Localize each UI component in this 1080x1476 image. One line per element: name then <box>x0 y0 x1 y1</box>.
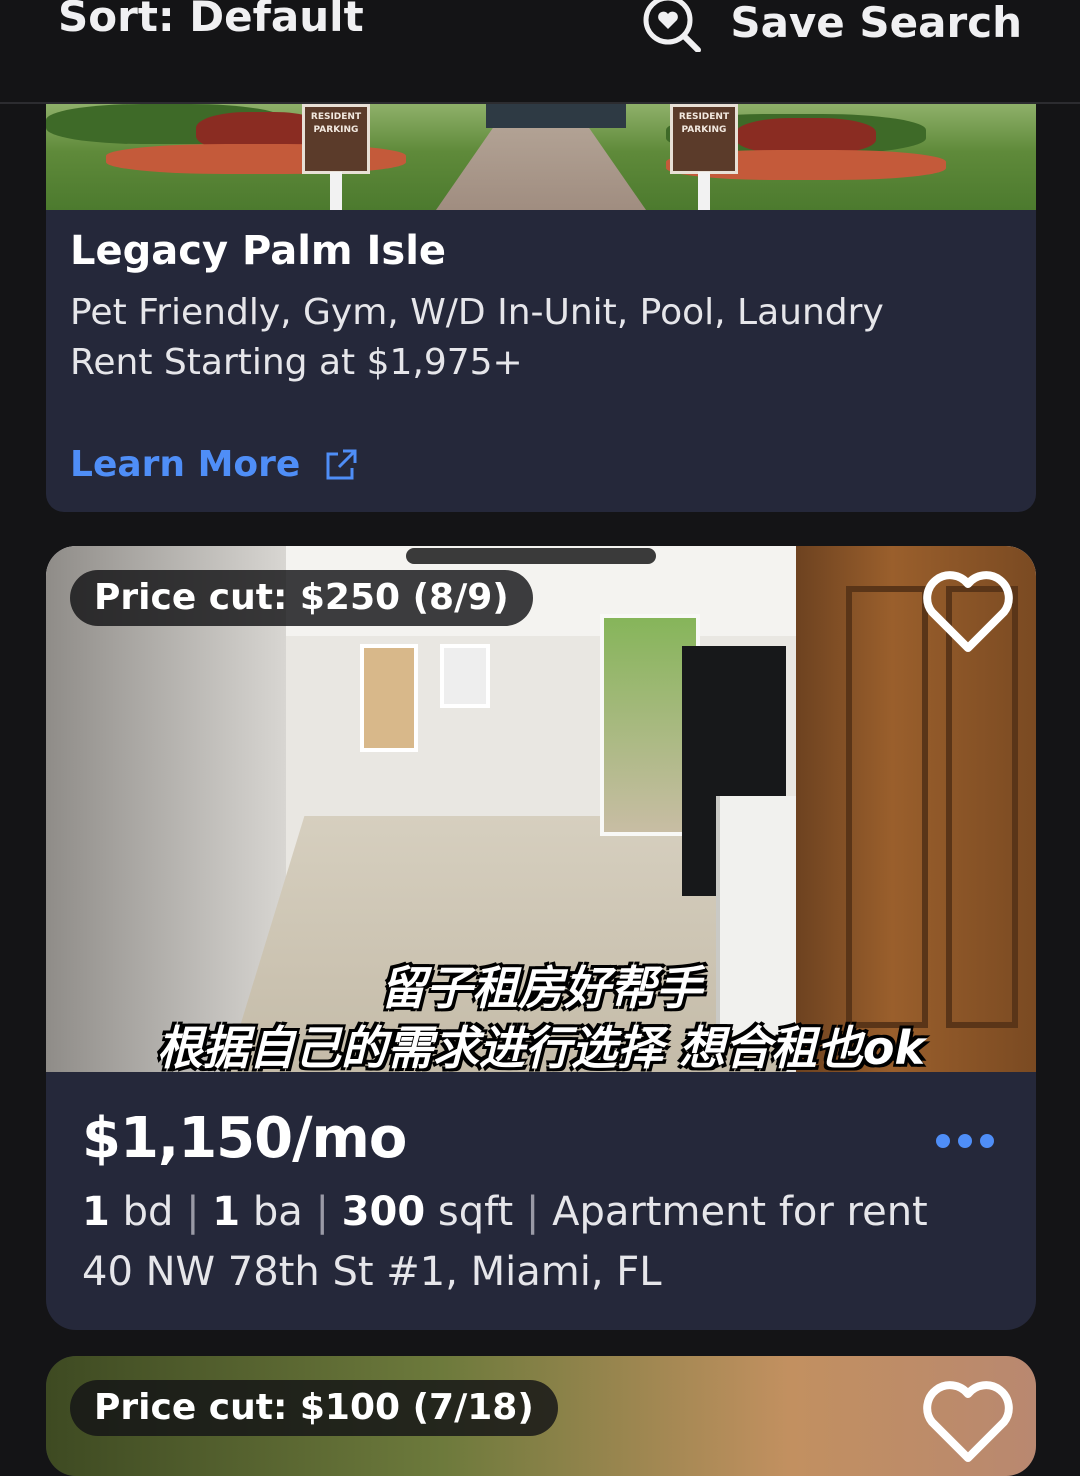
listing-card[interactable]: RESIDENT PARKING RESIDENT PARKING Legacy… <box>46 104 1036 512</box>
listing-photo[interactable]: Price cut: $250 (8/9) 留子租房好帮手 根据自己的需求进行选… <box>46 546 1036 1072</box>
listing-title[interactable]: Legacy Palm Isle <box>70 228 1012 274</box>
listing-rent: Rent Starting at $1,975+ <box>70 342 523 383</box>
listing-card[interactable]: Price cut: $250 (8/9) 留子租房好帮手 根据自己的需求进行选… <box>46 546 1036 1330</box>
listing-card[interactable]: Price cut: $100 (7/18) <box>46 1356 1036 1476</box>
overlay-caption: 根据自己的需求进行选择 想合租也ok <box>156 1021 926 1072</box>
more-options-icon[interactable] <box>936 1134 994 1148</box>
top-bar: Sort: Default Save Search <box>0 0 1080 104</box>
parking-sign: RESIDENT PARKING <box>302 104 370 174</box>
heart-search-icon <box>643 0 702 52</box>
listing-price: $1,150/mo <box>82 1106 407 1171</box>
listing-photo[interactable]: Price cut: $100 (7/18) <box>46 1356 1036 1476</box>
listing-address: 40 NW 78th St #1, Miami, FL <box>82 1249 662 1295</box>
price-cut-badge: Price cut: $250 (8/9) <box>70 570 533 626</box>
price-cut-badge: Price cut: $100 (7/18) <box>70 1380 558 1436</box>
save-search-label: Save Search <box>730 0 1022 47</box>
listing-specs: 1 bd | 1 ba | 300 sqft | Apartment for r… <box>82 1189 928 1235</box>
favorite-heart-icon[interactable] <box>922 1380 1014 1464</box>
listing-photo[interactable]: RESIDENT PARKING RESIDENT PARKING <box>46 104 1036 210</box>
sort-button[interactable]: Sort: Default <box>58 0 364 41</box>
learn-more-link[interactable]: Learn More <box>70 444 358 485</box>
listing-amenities: Pet Friendly, Gym, W/D In-Unit, Pool, La… <box>70 292 884 333</box>
external-link-icon <box>326 449 357 479</box>
favorite-heart-icon[interactable] <box>922 570 1014 654</box>
save-search-button[interactable]: Save Search <box>638 0 1022 52</box>
overlay-caption: 留子租房好帮手 <box>380 961 702 1015</box>
learn-more-label: Learn More <box>70 444 301 485</box>
parking-sign: RESIDENT PARKING <box>670 104 738 174</box>
